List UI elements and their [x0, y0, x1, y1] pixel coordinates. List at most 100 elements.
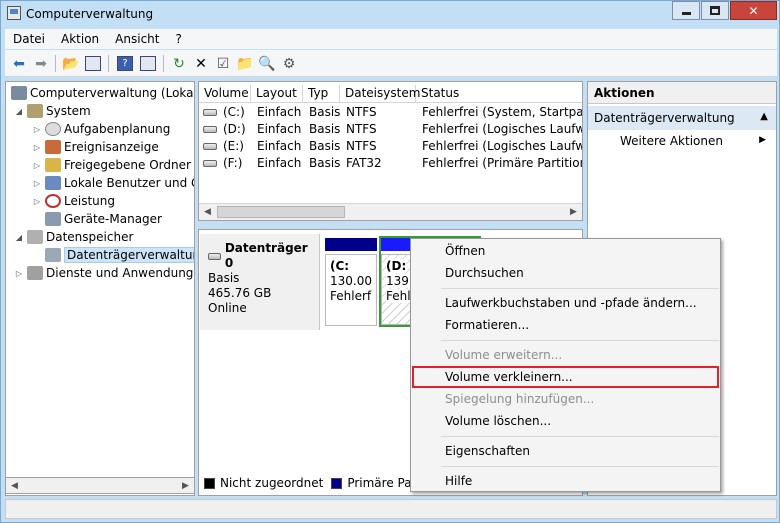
partition-c[interactable]: (C: 130.00 Fehlerf: [325, 238, 377, 326]
partition-label: (C:: [330, 259, 350, 273]
tree-item-freigegebene-ordner[interactable]: ▷ Freigegebene Ordner: [32, 156, 191, 174]
collapse-up-icon[interactable]: ▲: [760, 111, 768, 122]
table-row[interactable]: (F:) Einfach Basis FAT32 Fehlerfrei (Pri…: [199, 155, 582, 172]
window-title: Computerverwaltung: [26, 7, 154, 21]
volume-list-header: Volume Layout Typ Dateisystem Status: [199, 85, 582, 103]
menu-help[interactable]: ?: [167, 32, 189, 46]
column-header-layout[interactable]: Layout: [251, 85, 303, 103]
menu-aktion[interactable]: Aktion: [53, 32, 107, 46]
column-header-status[interactable]: Status: [416, 85, 582, 103]
menu-datei[interactable]: Datei: [5, 32, 53, 46]
cell-dateisystem: NTFS: [346, 122, 377, 136]
action-pane-button[interactable]: [138, 54, 158, 73]
volume-list-horizontal-scrollbar[interactable]: ◀ ▶: [199, 203, 582, 220]
maximize-button[interactable]: [701, 1, 729, 20]
cell-typ: Basis: [309, 139, 341, 153]
refresh-button[interactable]: ↻: [169, 54, 189, 73]
cell-layout: Einfach: [257, 156, 302, 170]
tree-label: System: [46, 104, 91, 118]
disk-title: Datenträger 0: [208, 241, 311, 271]
tree-item-lokale-benutzer[interactable]: ▷ Lokale Benutzer und Gru: [32, 174, 194, 192]
column-header-dateisystem[interactable]: Dateisystem: [340, 85, 420, 103]
menu-ansicht[interactable]: Ansicht: [107, 32, 167, 46]
tree-item-geraete-manager[interactable]: Geräte-Manager: [42, 210, 162, 228]
disk-management-icon: [45, 248, 61, 262]
folder-up-icon: 📂: [62, 55, 80, 72]
tree-item-leistung[interactable]: ▷ Leistung: [32, 192, 115, 210]
partition-body: (C: 130.00 Fehlerf: [325, 254, 377, 326]
tree-item-ereignisanzeige[interactable]: ▷ Ereignisanzeige: [32, 138, 159, 156]
title-bar[interactable]: Computerverwaltung ✕: [1, 1, 779, 27]
tree-item-dienste[interactable]: ▷ Dienste und Anwendungen: [14, 264, 194, 282]
collapsed-arrow-icon[interactable]: ▷: [32, 179, 42, 188]
partition-size: 130.00: [330, 274, 372, 288]
cell-status: Fehlerfrei (System, Startpartition: [422, 105, 582, 119]
table-row[interactable]: (E:) Einfach Basis NTFS Fehlerfrei (Logi…: [199, 138, 582, 155]
legend-swatch-primary: [331, 477, 343, 489]
cell-typ: Basis: [309, 156, 341, 170]
collapsed-arrow-icon[interactable]: ▷: [32, 197, 42, 206]
gear-icon: ⚙: [282, 55, 296, 72]
minimize-button[interactable]: [672, 1, 700, 20]
menu-item-formatieren[interactable]: Formatieren...: [412, 314, 719, 336]
collapsed-arrow-icon[interactable]: ▷: [32, 143, 42, 152]
app-window: Computerverwaltung ✕ Datei Aktion Ansich…: [0, 0, 780, 523]
menu-item-durchsuchen[interactable]: Durchsuchen: [412, 262, 719, 284]
disk-info[interactable]: Datenträger 0 Basis 465.76 GB Online: [200, 234, 320, 330]
collapsed-arrow-icon[interactable]: ▷: [32, 125, 42, 134]
tree-item-datenspeicher[interactable]: ◢ Datenspeicher: [14, 228, 133, 246]
partition-status: Fehlerf: [330, 289, 372, 303]
properties-icon: ☑: [216, 55, 230, 72]
cell-layout: Einfach: [257, 139, 302, 153]
scroll-left-icon[interactable]: ◀: [199, 204, 216, 220]
highlight-box: [412, 366, 719, 388]
computer-icon: [11, 86, 27, 100]
close-button[interactable]: ✕: [730, 1, 777, 20]
menu-item-volume-loeschen[interactable]: Volume löschen...: [412, 410, 719, 432]
services-icon: [27, 266, 43, 280]
menu-item-eigenschaften[interactable]: Eigenschaften: [412, 440, 719, 462]
tree-horizontal-scrollbar[interactable]: ◀ ▶: [5, 477, 195, 494]
column-header-typ[interactable]: Typ: [303, 85, 340, 103]
expanded-arrow-icon[interactable]: ◢: [14, 233, 24, 242]
partition-label: (D:: [386, 259, 407, 273]
toolbar: ⬅ ➡ 📂 ? ↻ ✕ ☑ 📁 🔍 ⚙: [5, 50, 777, 77]
tree-item-aufgabenplanung[interactable]: ▷ Aufgabenplanung: [32, 120, 170, 138]
context-menu: Öffnen Durchsuchen Laufwerkbuchstaben un…: [410, 238, 721, 492]
delete-button[interactable]: ✕: [191, 54, 211, 73]
tools-icon: [27, 104, 43, 118]
properties-button[interactable]: ☑: [213, 54, 233, 73]
column-header-volume[interactable]: Volume: [199, 85, 251, 103]
show-tree-button[interactable]: [83, 54, 103, 73]
forward-button[interactable]: ➡: [31, 54, 51, 73]
tree-item-root[interactable]: Computerverwaltung (Lokal): [8, 84, 194, 102]
back-button[interactable]: ⬅: [9, 54, 29, 73]
device-manager-icon: [45, 212, 61, 226]
open-button[interactable]: 📁: [235, 54, 255, 73]
scroll-right-icon[interactable]: ▶: [177, 478, 194, 494]
tree-item-datentraegerverwaltung[interactable]: Datenträgerverwaltung: [42, 246, 194, 264]
settings-button[interactable]: ⚙: [279, 54, 299, 73]
menu-item-laufwerkbuchstaben[interactable]: Laufwerkbuchstaben und -pfade ändern...: [412, 292, 719, 314]
actions-section-datentraegerverwaltung[interactable]: Datenträgerverwaltung ▲: [588, 106, 776, 130]
table-row[interactable]: (C:) Einfach Basis NTFS Fehlerfrei (Syst…: [199, 104, 582, 121]
actions-header: Aktionen: [588, 82, 776, 104]
menu-item-hilfe[interactable]: Hilfe: [412, 470, 719, 492]
performance-icon: [45, 194, 61, 208]
weitere-aktionen-link[interactable]: Weitere Aktionen: [620, 134, 723, 148]
search-button[interactable]: 🔍: [257, 54, 277, 73]
menu-item-oeffnen[interactable]: Öffnen: [412, 240, 719, 262]
expanded-arrow-icon[interactable]: ◢: [14, 107, 24, 116]
menu-separator: [441, 436, 719, 437]
up-folder-button[interactable]: 📂: [61, 54, 81, 73]
table-row[interactable]: (D:) Einfach Basis NTFS Fehlerfrei (Logi…: [199, 121, 582, 138]
help-button[interactable]: ?: [115, 54, 135, 73]
console-tree-icon: [85, 56, 101, 71]
scroll-right-icon[interactable]: ▶: [565, 204, 582, 220]
scroll-left-icon[interactable]: ◀: [6, 478, 23, 494]
tree-label: Ereignisanzeige: [64, 140, 159, 154]
collapsed-arrow-icon[interactable]: ▷: [14, 269, 24, 278]
scrollbar-thumb[interactable]: [217, 206, 345, 218]
collapsed-arrow-icon[interactable]: ▷: [32, 161, 42, 170]
tree-item-system[interactable]: ◢ System: [14, 102, 91, 120]
